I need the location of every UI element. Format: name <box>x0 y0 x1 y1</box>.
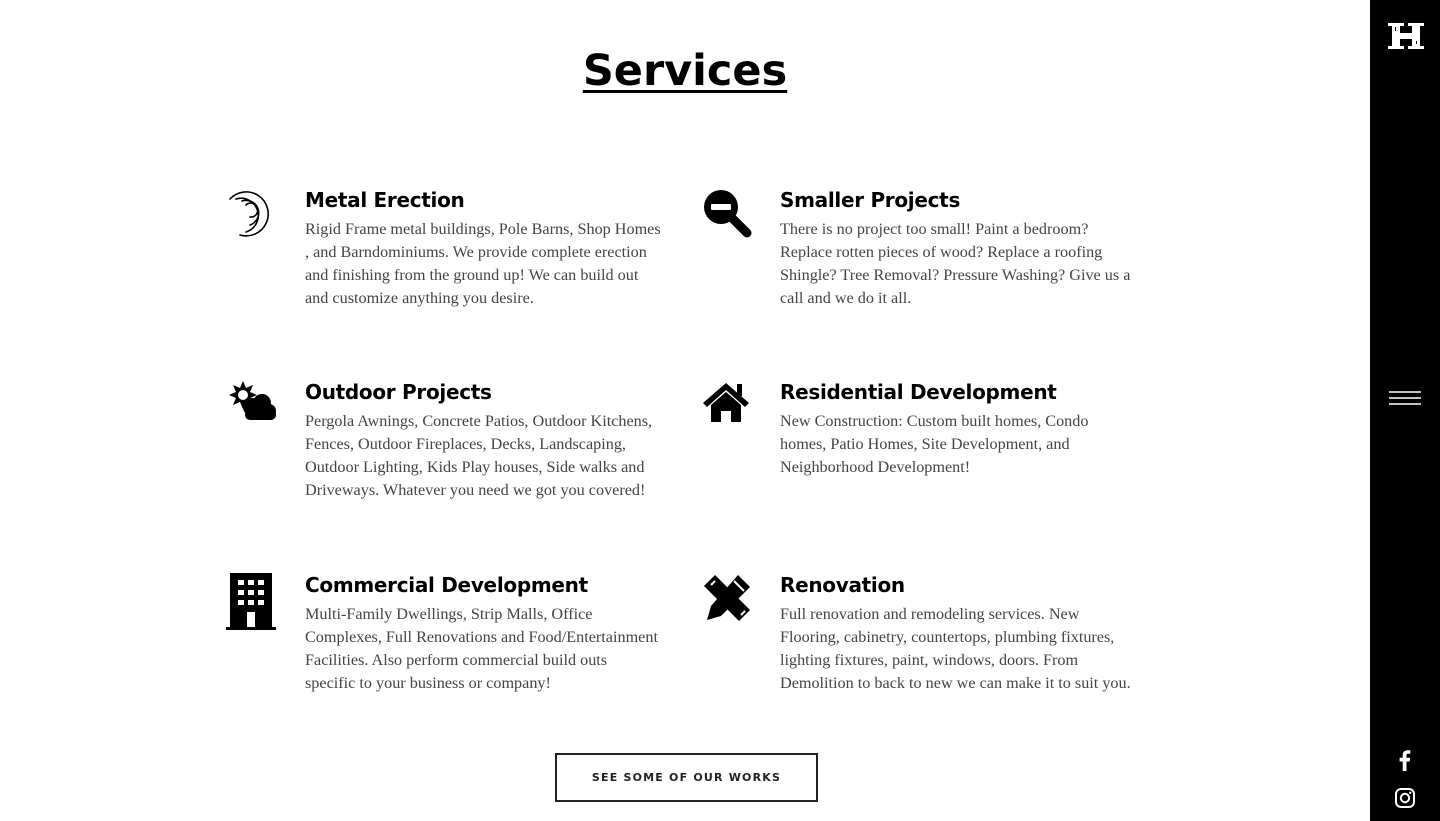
service-body: Commercial Development Multi-Family Dwel… <box>305 572 661 695</box>
service-title: Smaller Projects <box>780 188 961 212</box>
service-description: Pergola Awnings, Concrete Patios, Outdoo… <box>305 412 653 499</box>
service-description: Multi-Family Dwellings, Strip Malls, Off… <box>305 605 658 692</box>
service-description: Full renovation and remodeling services.… <box>780 605 1131 692</box>
page-title-text: Services <box>582 46 788 96</box>
service-title: Commercial Development <box>305 573 588 597</box>
service-body: Residential Development New Construction… <box>780 379 1136 479</box>
cloud-sun-icon <box>226 379 278 437</box>
logo[interactable] <box>1387 20 1425 52</box>
concentric-arcs-icon <box>226 187 278 245</box>
instagram-icon[interactable] <box>1394 787 1416 809</box>
service-body: Renovation Full renovation and remodelin… <box>780 572 1136 695</box>
sidebar <box>1370 0 1440 821</box>
search-minus-icon <box>701 187 753 245</box>
see-works-button[interactable]: SEE SOME OF OUR WORKS <box>555 753 818 802</box>
service-description: There is no project too small! Paint a b… <box>780 220 1131 307</box>
service-body: Smaller Projects There is no project too… <box>780 187 1136 310</box>
service-title: Renovation <box>780 573 905 597</box>
office-building-icon <box>226 572 278 630</box>
service-body: Metal Erection Rigid Frame metal buildin… <box>305 187 661 310</box>
page-title: Services <box>0 40 1370 102</box>
main-content: Services Metal Erection Rigid Frame meta… <box>0 0 1370 821</box>
service-title: Metal Erection <box>305 188 465 212</box>
service-title: Residential Development <box>780 380 1057 404</box>
service-description: New Construction: Custom built homes, Co… <box>780 412 1089 476</box>
facebook-icon[interactable] <box>1394 749 1416 771</box>
house-icon <box>701 379 753 437</box>
service-title: Outdoor Projects <box>305 380 492 404</box>
pencil-ruler-icon <box>701 572 753 630</box>
service-body: Outdoor Projects Pergola Awnings, Concre… <box>305 379 661 502</box>
service-description: Rigid Frame metal buildings, Pole Barns,… <box>305 220 661 307</box>
hamburger-menu-icon[interactable] <box>1389 388 1421 408</box>
